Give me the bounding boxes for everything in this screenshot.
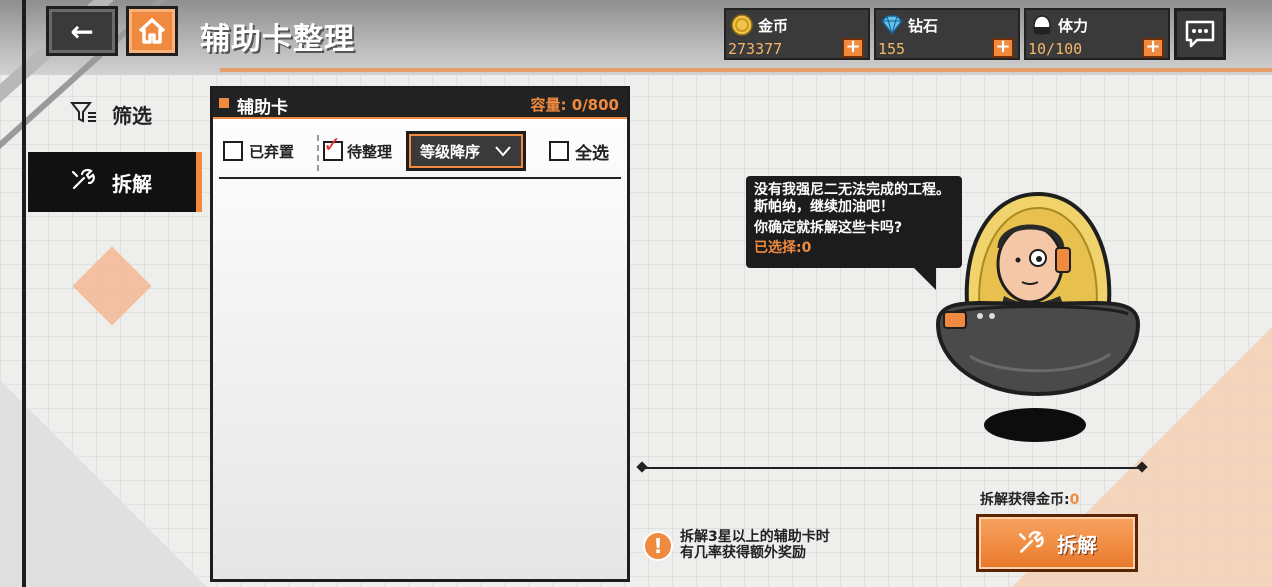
card-list[interactable]	[219, 181, 621, 577]
resource-label: 体力	[1058, 17, 1089, 35]
info-icon: !	[643, 531, 673, 561]
add-stamina-button[interactable]: +	[1142, 38, 1164, 58]
tip-line: 拆解3星以上的辅助卡时	[680, 529, 830, 545]
resource-label: 金币	[758, 17, 789, 35]
chevron-down-icon	[495, 146, 511, 157]
side-item-label: 拆解	[112, 171, 152, 196]
wrench-icon	[1018, 531, 1044, 553]
select-all-checkbox[interactable]	[549, 141, 569, 161]
left-rail	[22, 0, 26, 587]
select-all-label: 全选	[575, 144, 609, 164]
gold-gain-value: 0	[1069, 492, 1080, 508]
selected-value: 0	[801, 240, 812, 256]
gold-gain-label: 拆解获得金币:	[980, 492, 1070, 508]
home-button[interactable]	[126, 6, 178, 56]
discarded-checkbox[interactable]	[223, 141, 243, 161]
header-accent-line	[220, 68, 1272, 72]
panel-title-marker	[219, 98, 229, 108]
panel-title: 辅助卡	[237, 98, 288, 118]
selected-count: 已选择:0	[754, 240, 954, 257]
ground-line	[640, 467, 1144, 469]
diamond-icon	[880, 14, 904, 36]
list-divider	[219, 177, 621, 179]
card-panel: 辅助卡 容量: 0/800 已弃置 ✓ 待整理 等级降序 全选	[210, 86, 630, 582]
filter-row: 已弃置 ✓ 待整理 等级降序 全选	[223, 131, 623, 171]
decor-triangle-left	[0, 380, 210, 587]
add-gold-button[interactable]: +	[842, 38, 864, 58]
side-item-label: 筛选	[112, 103, 152, 128]
home-icon	[138, 18, 166, 44]
side-item-filter[interactable]: 筛选	[28, 84, 202, 144]
dismantle-button[interactable]: 拆解	[976, 514, 1138, 572]
discarded-label: 已弃置	[249, 143, 295, 161]
dismantle-button-label: 拆解	[1057, 532, 1097, 557]
dialog-line: 没有我强尼二无法完成的工程。斯帕纳，继续加油吧！	[754, 182, 950, 215]
checkmark-icon: ✓	[323, 133, 342, 158]
resource-gold: 金币 273377 +	[724, 8, 870, 60]
resource-value: 155	[878, 40, 906, 58]
back-arrow-icon: ←	[70, 14, 94, 48]
resource-label: 钻石	[908, 17, 939, 35]
resource-stamina: 体力 10/100 +	[1024, 8, 1170, 60]
tip-text: 拆解3星以上的辅助卡时 有几率获得额外奖励	[680, 529, 830, 561]
resource-diamond: 钻石 155 +	[874, 8, 1020, 60]
divider	[317, 135, 319, 171]
back-button[interactable]: ←	[46, 6, 118, 56]
coin-icon	[730, 14, 754, 36]
chat-button[interactable]	[1174, 8, 1226, 60]
wrench-icon	[66, 168, 102, 197]
resource-value: 10/100	[1028, 40, 1083, 58]
panel-header: 辅助卡 容量: 0/800	[213, 89, 627, 119]
filter-icon	[66, 101, 102, 128]
resource-value: 273377	[728, 40, 783, 58]
add-diamond-button[interactable]: +	[992, 38, 1014, 58]
chat-icon	[1185, 20, 1215, 48]
gold-gain: 拆解获得金币:0	[980, 489, 1079, 509]
selected-label: 已选择:	[754, 240, 802, 256]
pending-label: 待整理	[347, 143, 393, 161]
character-illustration	[930, 186, 1141, 446]
side-item-dismantle[interactable]: 拆解	[28, 152, 202, 212]
tip-line: 有几率获得额外奖励	[680, 545, 806, 561]
sort-label: 等级降序	[419, 142, 480, 161]
sort-dropdown[interactable]: 等级降序	[406, 131, 526, 171]
dialog-question: 你确定就拆解这些卡吗?	[754, 220, 903, 236]
page-title: 辅助卡整理	[200, 22, 355, 57]
stamina-icon	[1030, 14, 1054, 36]
capacity-label: 容量: 0/800	[530, 96, 619, 114]
